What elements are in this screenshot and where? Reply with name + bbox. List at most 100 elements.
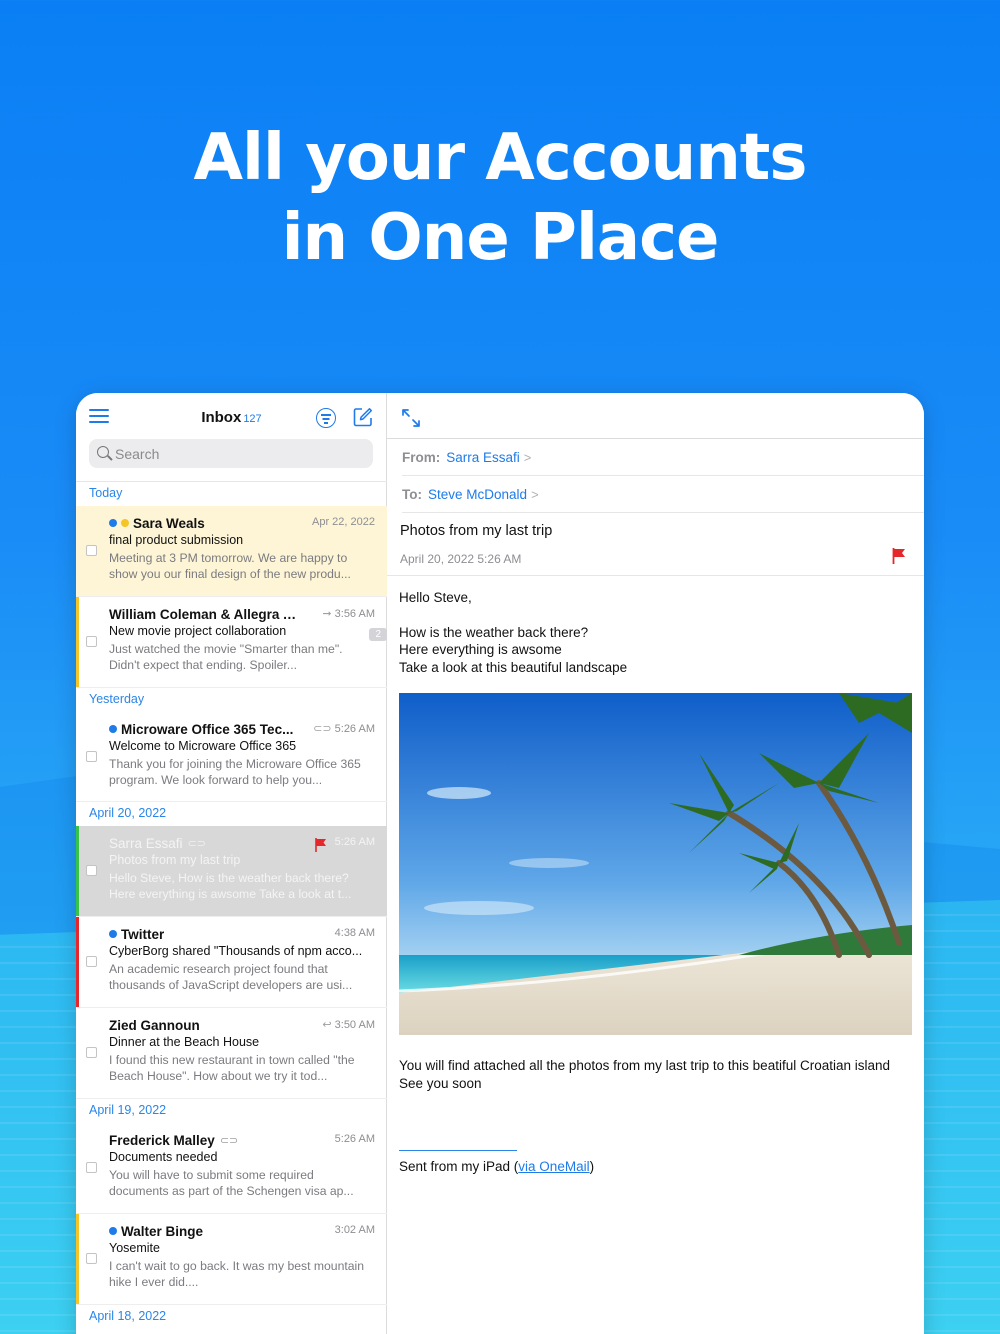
email-signature: Sent from my iPad (via OneMail) <box>399 1159 595 1174</box>
select-checkbox[interactable] <box>86 636 97 647</box>
mail-date: 5:26 AM <box>334 836 375 848</box>
expand-icon[interactable] <box>401 408 421 428</box>
to-row[interactable]: To: Steve McDonald > <box>402 476 924 513</box>
select-checkbox[interactable] <box>86 1253 97 1264</box>
attachment-icon: ⊂⊃ <box>219 1134 239 1147</box>
flag-icon[interactable] <box>892 548 906 564</box>
body-line: Take a look at this beautiful landscape <box>399 659 628 675</box>
mail-detail-pane: From: Sarra Essafi > To: Steve McDonald … <box>387 393 924 1334</box>
chevron-right-icon: > <box>523 449 532 465</box>
mail-sender: Frederick Malley <box>109 1132 215 1148</box>
mail-preview: Hello Steve, How is the weather back the… <box>109 871 352 901</box>
mail-sender: Sarra Essafi <box>109 835 183 851</box>
list-item[interactable]: Sara Weals Apr 22, 2022 final product su… <box>76 506 387 597</box>
mail-list[interactable]: Today Sara Weals Apr 22, 2022 final prod… <box>76 481 387 1334</box>
mail-sender: Twitter <box>121 926 165 942</box>
from-value[interactable]: Sarra Essafi <box>446 450 520 465</box>
unread-dot <box>109 930 117 938</box>
beach-photo[interactable] <box>399 693 912 1035</box>
mail-date: ⊂⊃ 5:26 AM <box>313 723 375 735</box>
mail-list-pane: Inbox127 Today Sara Weals Apr 22, 2022 <box>76 393 387 1334</box>
unread-dot <box>109 725 117 733</box>
reply-icon: ↩ <box>322 1019 332 1031</box>
compose-icon[interactable] <box>353 407 373 427</box>
thread-count-badge: 2 <box>369 628 387 641</box>
mail-preview: Meeting at 3 PM tomorrow. We are happy t… <box>109 551 351 581</box>
mail-subject: New movie project collaboration <box>109 624 287 638</box>
color-tag <box>76 597 79 687</box>
from-label: From: <box>402 449 441 465</box>
to-value[interactable]: Steve McDonald <box>428 487 527 502</box>
mail-date: Apr 22, 2022 <box>312 516 375 528</box>
body-line: See you soon <box>399 1075 482 1091</box>
select-checkbox[interactable] <box>86 751 97 762</box>
section-header-apr19: April 19, 2022 <box>89 1103 167 1117</box>
mail-subject: Documents needed <box>109 1150 218 1164</box>
select-checkbox[interactable] <box>86 865 97 876</box>
list-item[interactable]: Sarra Essafi ⊂⊃ 5:26 AM Photos from my l… <box>76 826 387 917</box>
mail-preview: I can't wait to go back. It was my best … <box>109 1259 364 1289</box>
select-checkbox[interactable] <box>86 956 97 967</box>
color-tag <box>76 1214 79 1304</box>
filter-icon[interactable] <box>316 408 336 428</box>
priority-dot <box>121 519 129 527</box>
attachment-icon: ⊂⊃ <box>313 723 332 735</box>
mail-sender: Walter Binge <box>121 1223 204 1239</box>
mail-date: 5:26 AM <box>334 1133 375 1145</box>
from-row[interactable]: From: Sarra Essafi > <box>402 439 924 476</box>
mail-preview: You will have to submit some required do… <box>109 1168 354 1198</box>
mail-preview: Just watched the movie "Smarter than me"… <box>109 642 343 672</box>
unread-dot <box>109 519 117 527</box>
mail-subject: Photos from my last trip <box>109 853 241 867</box>
mail-subject: Yosemite <box>109 1241 160 1255</box>
search-input[interactable] <box>115 439 365 468</box>
email-date: April 20, 2022 5:26 AM <box>400 552 522 566</box>
section-header-apr18: April 18, 2022 <box>89 1309 167 1323</box>
list-item[interactable]: Twitter 4:38 AM CyberBorg shared "Thousa… <box>76 917 387 1008</box>
list-toolbar: Inbox 127 <box>76 393 386 439</box>
section-header-today: Today <box>89 486 123 500</box>
select-checkbox[interactable] <box>86 1047 97 1058</box>
mail-subject: Dinner at the Beach House <box>109 1035 260 1049</box>
email-subject: Photos from my last trip <box>400 523 553 539</box>
tablet-screen: Inbox127 Today Sara Weals Apr 22, 2022 <box>76 393 924 1334</box>
headline-line-1: All your Accounts <box>193 121 808 195</box>
headline: All your Accounts in One Place <box>0 118 1000 278</box>
color-tag <box>76 826 79 916</box>
list-item[interactable]: Walter Binge 3:02 AM Yosemite I can't wa… <box>76 1214 387 1305</box>
detail-toolbar <box>387 393 924 439</box>
body-line: Here everything is awsome <box>399 642 562 657</box>
list-item[interactable]: William Coleman & Allegra As... ➞ 3:56 A… <box>76 597 387 688</box>
mail-subject: CyberBorg shared "Thousands of npm acco.… <box>109 944 363 958</box>
inbox-title: Inbox 127 <box>76 409 387 426</box>
search-bar[interactable] <box>89 439 373 468</box>
chevron-right-icon: > <box>531 486 539 502</box>
list-item[interactable]: Frederick Malley ⊂⊃ 5:26 AM Documents ne… <box>76 1123 387 1214</box>
mail-sender: Sara Weals <box>133 515 205 531</box>
select-checkbox[interactable] <box>86 545 97 556</box>
body-line: How is the weather back there? <box>399 624 589 640</box>
email-body-bottom: You will find attached all the photos fr… <box>387 1035 924 1092</box>
mail-preview: I found this new restaurant in town call… <box>109 1053 355 1083</box>
mail-date: ➞ 3:56 AM <box>322 608 375 620</box>
section-header-yesterday: Yesterday <box>89 692 145 706</box>
section-header-apr20: April 20, 2022 <box>89 806 167 820</box>
signature-divider <box>399 1150 517 1151</box>
to-label: To: <box>402 486 422 502</box>
mail-sender: Microware Office 365 Tec... <box>121 721 294 737</box>
mail-preview: An academic research project found that … <box>109 962 353 992</box>
email-body: Hello Steve, How is the weather back the… <box>387 576 924 676</box>
mail-sender: Zied Gannoun <box>109 1017 200 1033</box>
list-item[interactable]: Zied Gannoun ↩ 3:50 AM Dinner at the Bea… <box>76 1008 387 1099</box>
mail-sender: William Coleman & Allegra As... <box>109 606 305 622</box>
onemail-link[interactable]: via OneMail <box>518 1159 589 1174</box>
body-line: You will find attached all the photos fr… <box>399 1058 891 1073</box>
mail-subject: Welcome to Microware Office 365 <box>109 739 297 753</box>
mail-preview: Thank you for joining the Microware Offi… <box>109 757 361 787</box>
mail-date: ↩ 3:50 AM <box>322 1019 375 1031</box>
flag-icon <box>315 838 326 852</box>
select-checkbox[interactable] <box>86 1162 97 1173</box>
search-icon <box>97 446 109 458</box>
forward-icon: ➞ <box>322 608 332 620</box>
list-item[interactable]: Microware Office 365 Tec... ⊂⊃ 5:26 AM W… <box>76 712 387 802</box>
